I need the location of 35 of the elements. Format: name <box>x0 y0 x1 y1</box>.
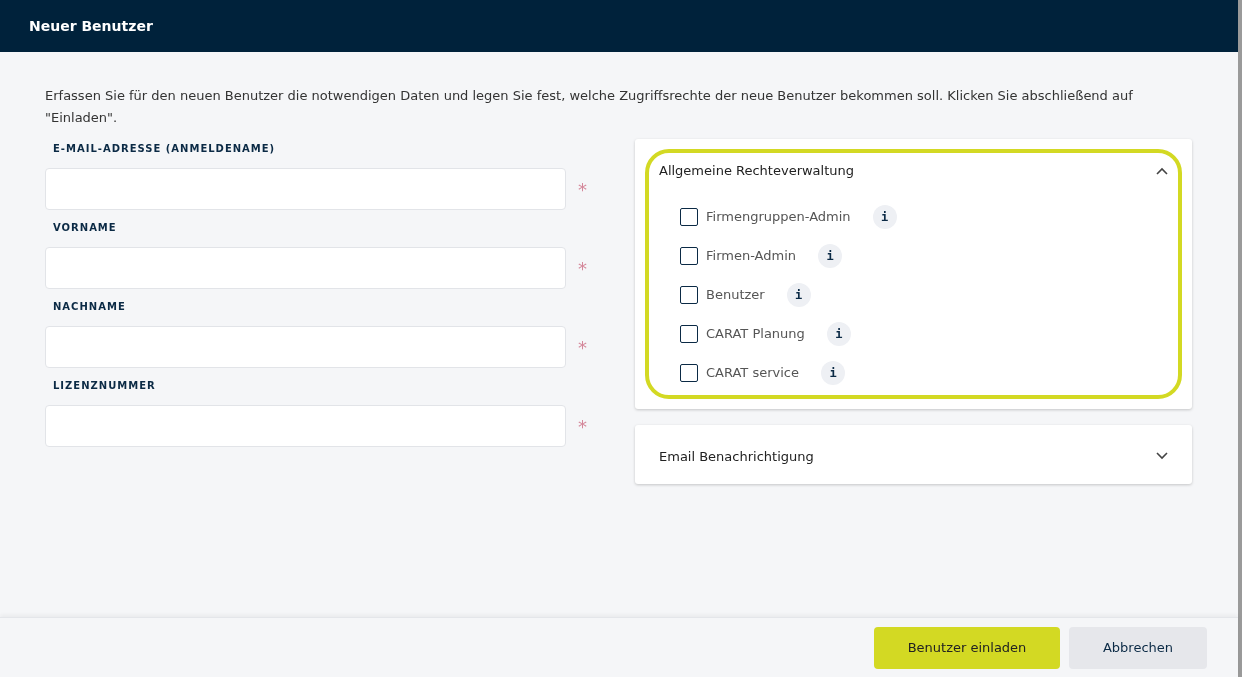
chevron-icon[interactable] <box>1156 452 1168 461</box>
window-title: Neuer Benutzer <box>29 16 153 36</box>
info-badge[interactable]: i <box>872 204 897 229</box>
checkbox[interactable] <box>680 363 698 382</box>
required-mark: * <box>578 177 587 202</box>
accordion-header[interactable]: Email Benachrichtigung <box>659 446 814 466</box>
info-badge[interactable]: i <box>821 360 845 385</box>
field-label: E-MAIL-ADRESSE (ANMELDENAME) <box>52 142 276 156</box>
field-label: NACHNAME <box>52 300 126 314</box>
info-badge[interactable]: i <box>826 321 851 346</box>
checkbox-label: CARAT service <box>706 363 799 382</box>
checkbox[interactable] <box>680 324 698 343</box>
cancel-button[interactable]: Abbrechen <box>1069 626 1207 669</box>
text-input[interactable] <box>45 326 566 368</box>
required-mark: * <box>578 256 587 281</box>
checkbox-label: CARAT Planung <box>706 324 805 343</box>
checkbox[interactable] <box>680 207 698 226</box>
text-input[interactable] <box>45 168 566 210</box>
field-label: LIZENZNUMMER <box>52 379 156 393</box>
checkbox-label: Firmen-Admin <box>706 246 796 265</box>
info-badge[interactable]: i <box>786 282 811 307</box>
checkbox[interactable] <box>680 285 698 304</box>
checkbox-label: Firmengruppen-Admin <box>706 207 851 226</box>
checkbox-label: Benutzer <box>706 285 765 304</box>
field-label: VORNAME <box>52 221 117 235</box>
required-mark: * <box>578 335 587 360</box>
chevron-icon[interactable] <box>1156 166 1168 175</box>
text-input[interactable] <box>45 247 566 289</box>
invite-button[interactable]: Benutzer einladen <box>874 626 1060 669</box>
info-badge[interactable]: i <box>818 243 842 268</box>
accordion-header[interactable]: Allgemeine Rechteverwaltung <box>659 161 854 181</box>
required-mark: * <box>578 414 587 439</box>
text-input[interactable] <box>45 405 566 447</box>
checkbox[interactable] <box>680 246 698 265</box>
intro-text: Erfassen Sie für den neuen Benutzer die notwendigen Daten und legen Sie fest, welche Zugriffsrechte der neue Benutzer bekommen soll. Klicken Sie abschließend auf "Einladen". <box>45 87 1134 127</box>
